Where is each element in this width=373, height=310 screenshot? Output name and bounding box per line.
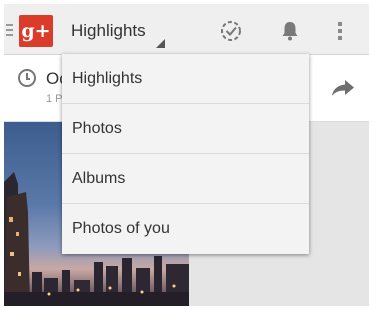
share-icon[interactable] bbox=[330, 78, 356, 98]
page-title[interactable]: Highlights bbox=[71, 21, 146, 41]
menu-item-photos-of-you[interactable]: Photos of you bbox=[62, 204, 309, 254]
clock-icon bbox=[18, 69, 36, 87]
menu-item-highlights[interactable]: Highlights bbox=[62, 54, 309, 104]
action-bar: g+ Highlights bbox=[4, 4, 369, 55]
menu-icon[interactable] bbox=[6, 24, 14, 36]
spinner-arrow-icon bbox=[156, 39, 165, 48]
google-plus-logo[interactable]: g+ bbox=[19, 15, 53, 47]
view-dropdown-menu: Highlights Photos Albums Photos of you bbox=[62, 54, 309, 254]
app-screen: g+ Highlights Oc 1 P Highlights Photos A… bbox=[4, 4, 369, 306]
check-circle-icon[interactable] bbox=[218, 18, 244, 44]
overflow-menu-icon[interactable] bbox=[334, 18, 346, 44]
menu-item-photos[interactable]: Photos bbox=[62, 104, 309, 154]
menu-item-albums[interactable]: Albums bbox=[62, 154, 309, 204]
bell-icon[interactable] bbox=[277, 18, 303, 44]
card-subtext: 1 P bbox=[46, 93, 63, 105]
